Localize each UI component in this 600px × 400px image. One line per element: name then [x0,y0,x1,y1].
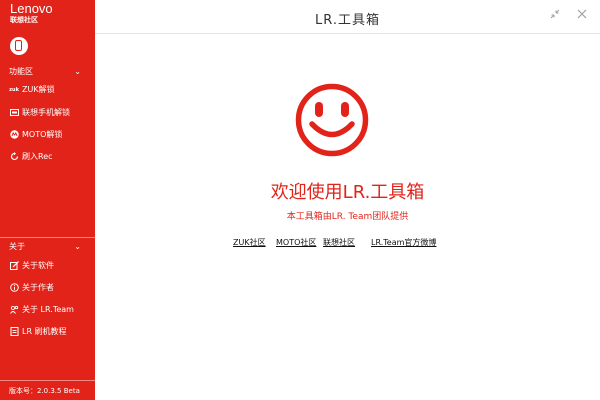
section-header-functions[interactable]: 功能区 ⌄ [9,66,81,77]
phone-icon [15,40,22,51]
device-button[interactable] [10,37,28,55]
sidebar-item-zuk-unlock[interactable]: zuk ZUK解锁 [9,84,55,95]
close-icon[interactable] [577,9,587,22]
sidebar-item-label: MOTO解锁 [22,130,63,139]
smiley-face-icon [294,82,370,162]
edit-icon [9,261,19,270]
sidebar-item-lenovo-unlock[interactable]: 联想手机解锁 [9,107,70,118]
welcome-heading: 欢迎使用LR.工具箱 [270,182,425,203]
sidebar-divider [0,237,95,238]
zuk-icon: zuk [9,86,19,93]
sidebar-item-flash-tutorial[interactable]: LR 刷机教程 [9,326,67,337]
sidebar-item-about-author[interactable]: 关于作者 [9,282,54,293]
section-label: 关于 [9,242,25,251]
subtitle-text: 本工具箱由LR. Team团队提供 [286,212,409,222]
link-lenovo-community[interactable]: 联想社区 [323,237,355,248]
info-icon [9,283,19,292]
app-window: Lenovo 联想社区 功能区 ⌄ zuk ZUK解锁 联想手机解锁 MOTO解… [0,0,600,400]
sidebar-item-moto-unlock[interactable]: MOTO解锁 [9,129,62,140]
link-lr-team-weibo[interactable]: LR.Team官方微博 [371,237,436,248]
team-icon [9,305,19,314]
logo-main-text: Lenovo [10,1,53,16]
window-title: LR.工具箱 [315,13,380,28]
sidebar-divider [0,380,95,381]
sidebar-item-label: 关于软件 [22,261,54,270]
section-header-about[interactable]: 关于 ⌄ [9,241,81,252]
chevron-down-icon: ⌄ [74,242,81,251]
minimize-icon[interactable] [550,9,560,22]
lenovo-logo: Lenovo 联想社区 [10,2,53,25]
link-zuk-community[interactable]: ZUK社区 [233,237,266,248]
sidebar-item-label: LR 刷机教程 [22,327,67,336]
sidebar-item-about-software[interactable]: 关于软件 [9,260,54,271]
document-icon [9,327,19,336]
refresh-icon [9,152,19,161]
version-label: 版本号：2.0.3.5 Beta [9,387,80,395]
sidebar-item-label: 关于 LR.Team [22,305,74,314]
lenovo-icon [9,109,19,116]
sidebar-item-label: 刷入Rec [22,152,53,161]
title-bar: LR.工具箱 [95,0,600,34]
sidebar-item-label: 关于作者 [22,283,54,292]
chevron-down-icon: ⌄ [74,67,81,76]
logo-sub-text: 联想社区 [10,17,38,24]
moto-icon [9,130,19,139]
sidebar-item-label: 联想手机解锁 [22,108,70,117]
link-moto-community[interactable]: MOTO社区 [276,237,316,248]
sidebar-item-flash-rec[interactable]: 刷入Rec [9,151,53,162]
sidebar: Lenovo 联想社区 功能区 ⌄ zuk ZUK解锁 联想手机解锁 MOTO解… [0,0,95,400]
sidebar-item-label: ZUK解锁 [22,85,55,94]
section-label: 功能区 [9,67,33,76]
sidebar-item-about-team[interactable]: 关于 LR.Team [9,304,74,315]
